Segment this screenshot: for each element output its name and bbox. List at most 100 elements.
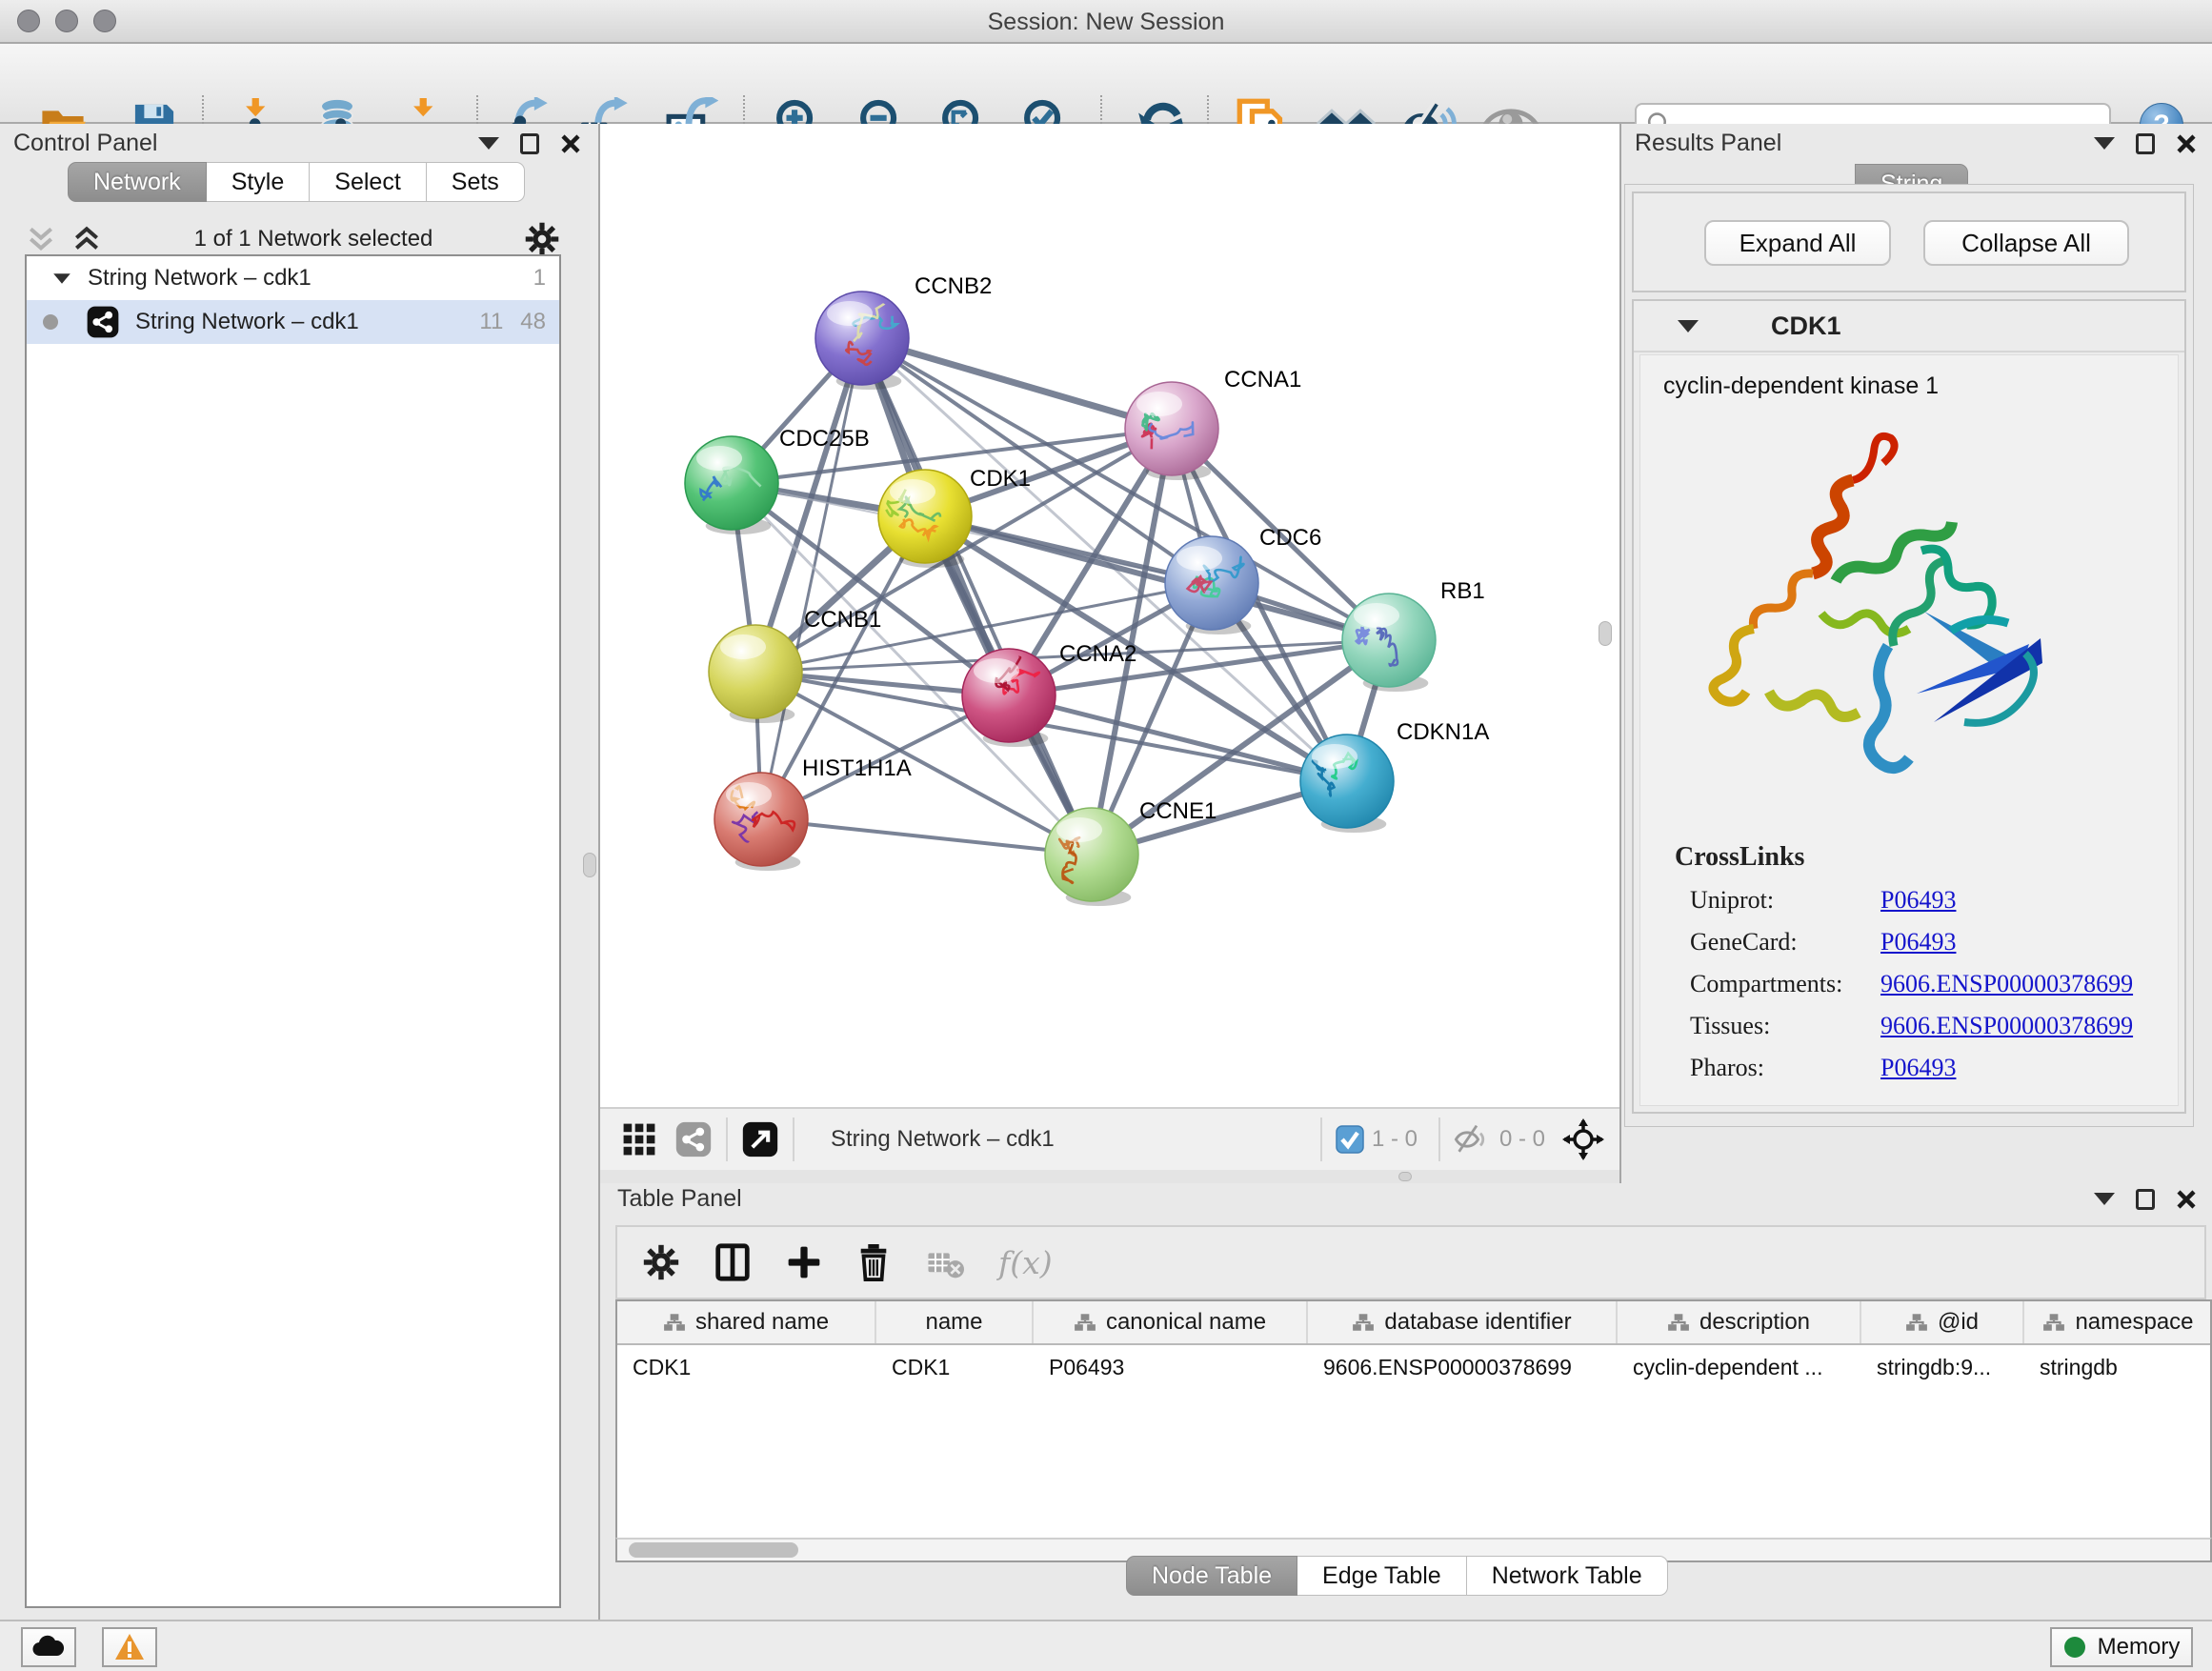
node-gloss-highlight	[974, 658, 1019, 683]
network-edge-CCNB2-HIST1H1A[interactable]	[761, 338, 862, 819]
protein-entry-header[interactable]: CDK1	[1634, 301, 2184, 352]
expand-all-icon[interactable]	[70, 224, 103, 254]
shared-column-icon	[1667, 1313, 1690, 1332]
splitter-handle[interactable]	[1599, 621, 1612, 646]
node-gloss-highlight	[827, 301, 873, 326]
splitter-handle[interactable]	[1398, 1172, 1412, 1181]
tab-network[interactable]: Network	[68, 162, 207, 202]
node-label-RB1: RB1	[1440, 578, 1485, 604]
crosslink-row: Tissues:9606.ENSP00000378699	[1690, 1012, 2178, 1040]
table-cell[interactable]: P06493	[1034, 1345, 1308, 1389]
column-header-canonical-name[interactable]: canonical name	[1034, 1301, 1308, 1343]
function-builder-button[interactable]: f(x)	[998, 1244, 1053, 1281]
column-header-shared-name[interactable]: shared name	[617, 1301, 876, 1343]
close-panel-icon[interactable]	[560, 133, 581, 154]
table-cell[interactable]: CDK1	[876, 1345, 1034, 1389]
network-node-CCNB1[interactable]: CCNB1	[709, 607, 881, 723]
crosslink-row: GeneCard:P06493	[1690, 928, 2178, 956]
table-cell[interactable]: 9606.ENSP00000378699	[1308, 1345, 1618, 1389]
tab-edge-table[interactable]: Edge Table	[1297, 1556, 1467, 1596]
column-header-namespace[interactable]: namespace	[2024, 1301, 2212, 1343]
table-row[interactable]: CDK1CDK1P064939606.ENSP00000378699cyclin…	[617, 1345, 2210, 1389]
crosslink-label: Uniprot:	[1690, 886, 1880, 915]
node-gloss-highlight	[696, 446, 742, 471]
tab-node-table[interactable]: Node Table	[1126, 1556, 1297, 1596]
crosslink-row: Compartments:9606.ENSP00000378699	[1690, 970, 2178, 998]
crosslink-link[interactable]: 9606.ENSP00000378699	[1880, 970, 2133, 998]
column-header--id[interactable]: @id	[1861, 1301, 2024, 1343]
expand-all-button[interactable]: Expand All	[1704, 220, 1891, 266]
add-column-icon[interactable]	[785, 1243, 823, 1281]
tab-style[interactable]: Style	[207, 162, 311, 202]
scrollbar-thumb[interactable]	[629, 1542, 798, 1558]
warning-status-button[interactable]	[102, 1627, 157, 1667]
column-label: description	[1699, 1309, 1810, 1336]
close-panel-icon[interactable]	[2176, 1189, 2197, 1210]
crosslink-link[interactable]: P06493	[1880, 928, 1956, 956]
float-panel-icon[interactable]	[520, 133, 539, 154]
table-cell[interactable]: cyclin-dependent ...	[1618, 1345, 1861, 1389]
main-toolbar: ?	[0, 44, 2212, 124]
cloud-status-button[interactable]	[21, 1627, 76, 1667]
network-node-RB1[interactable]: RB1	[1342, 578, 1485, 692]
shared-column-icon	[2042, 1313, 2065, 1332]
selected-count: 1 - 0	[1372, 1126, 1418, 1153]
grid-view-icon[interactable]	[621, 1121, 657, 1158]
column-header-description[interactable]: description	[1618, 1301, 1861, 1343]
node-gloss-highlight	[720, 634, 766, 659]
panel-menu-icon[interactable]	[478, 137, 499, 150]
network-type-icon	[86, 305, 120, 339]
delete-column-icon[interactable]	[855, 1242, 892, 1282]
table-cell[interactable]: CDK1	[617, 1345, 876, 1389]
splitter-handle[interactable]	[583, 853, 596, 877]
float-panel-icon[interactable]	[2136, 133, 2155, 154]
hidden-eye-slash-icon[interactable]	[1454, 1124, 1492, 1155]
selected-checkbox-icon[interactable]	[1336, 1125, 1364, 1154]
column-header-name[interactable]: name	[876, 1301, 1034, 1343]
network-node-CCNA1[interactable]: CCNA1	[1125, 367, 1301, 480]
crosslink-link[interactable]: 9606.ENSP00000378699	[1880, 1012, 2133, 1040]
network-canvas[interactable]: CCNB2CCNA1CDC25BCDK1CDC6RB1CCNB1CCNA2CDK…	[600, 124, 1619, 1107]
network-edge-CCNB2-CCNA1[interactable]	[862, 338, 1172, 429]
network-view-toolbar: String Network – cdk1 1 - 0 0 - 0	[600, 1107, 1619, 1170]
table-gear-icon[interactable]	[642, 1243, 680, 1281]
network-node-CCNB2[interactable]: CCNB2	[815, 273, 992, 390]
crosslink-link[interactable]: P06493	[1880, 1054, 1956, 1082]
collection-count: 1	[533, 265, 546, 292]
network-node-CCNE1[interactable]: CCNE1	[1045, 798, 1217, 906]
memory-button[interactable]: Memory	[2050, 1627, 2193, 1667]
network-node-CDK1[interactable]: CDK1	[878, 466, 1031, 568]
results-panel-title: Results Panel	[1635, 130, 1781, 157]
collapse-all-button[interactable]: Collapse All	[1923, 220, 2129, 266]
shared-column-icon	[663, 1313, 686, 1332]
table-cell[interactable]: stringdb	[2024, 1345, 2212, 1389]
network-edge-HIST1H1A-CCNE1[interactable]	[761, 819, 1092, 855]
show-columns-icon[interactable]	[713, 1242, 753, 1282]
network-node-HIST1H1A[interactable]: HIST1H1A	[714, 755, 912, 871]
float-panel-icon[interactable]	[2136, 1189, 2155, 1210]
tab-network-table[interactable]: Network Table	[1467, 1556, 1668, 1596]
panel-menu-icon[interactable]	[2094, 1193, 2115, 1205]
tab-sets[interactable]: Sets	[427, 162, 525, 202]
table-panel: Table Panel	[600, 1183, 2212, 1620]
edge-count: 48	[520, 309, 546, 335]
node-label-CCNE1: CCNE1	[1139, 798, 1217, 824]
panel-menu-icon[interactable]	[2094, 137, 2115, 150]
column-header-database-identifier[interactable]: database identifier	[1308, 1301, 1618, 1343]
network-row[interactable]: String Network – cdk1 11 48	[27, 300, 559, 344]
birdseye-crosshair-icon[interactable]	[1562, 1118, 1604, 1160]
close-panel-icon[interactable]	[2176, 133, 2197, 154]
delete-table-icon-disabled	[924, 1243, 966, 1281]
tree-expand-icon[interactable]	[53, 273, 70, 283]
network-node-CDKN1A[interactable]: CDKN1A	[1300, 719, 1489, 833]
gear-icon[interactable]	[524, 221, 560, 257]
collapse-all-icon[interactable]	[25, 224, 57, 254]
collection-label: String Network – cdk1	[88, 265, 312, 292]
table-cell[interactable]: stringdb:9...	[1861, 1345, 2024, 1389]
crosslink-link[interactable]: P06493	[1880, 886, 1956, 915]
share-view-icon[interactable]	[674, 1120, 713, 1158]
detach-view-icon[interactable]	[741, 1120, 779, 1158]
tab-select[interactable]: Select	[310, 162, 426, 202]
collapse-entry-icon[interactable]	[1678, 320, 1699, 332]
network-collection-row[interactable]: String Network – cdk1 1	[27, 256, 559, 300]
